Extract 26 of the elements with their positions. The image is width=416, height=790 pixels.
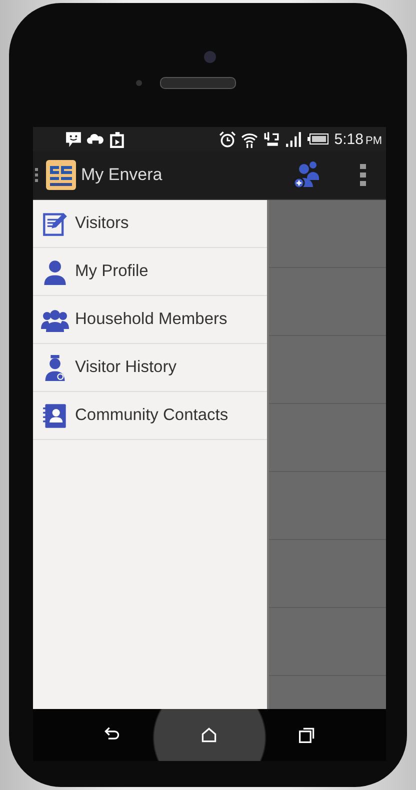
alarm-icon	[219, 130, 236, 148]
person-icon	[41, 258, 69, 284]
overflow-menu-icon[interactable]	[360, 164, 366, 186]
drawer-item[interactable]: Visitor History	[33, 344, 267, 392]
recent-apps-icon[interactable]	[298, 726, 316, 744]
clock-period: PM	[366, 134, 382, 146]
signal-icon	[285, 130, 302, 148]
drawer-indicator-icon	[35, 168, 38, 182]
camera-icon	[204, 51, 216, 63]
speaker-icon	[160, 77, 236, 89]
edit-note-icon	[41, 210, 69, 236]
drawer-item[interactable]: Visitors	[33, 200, 267, 248]
drawer-item[interactable]: Household Members	[33, 296, 267, 344]
battery-icon	[307, 133, 330, 145]
clock-time: 5:18	[334, 130, 364, 148]
chat-icon	[65, 130, 82, 148]
wifi-icon	[241, 130, 258, 148]
clipboard-icon	[109, 130, 126, 148]
drawer-item[interactable]: My Profile	[33, 248, 267, 296]
home-icon[interactable]	[200, 726, 218, 744]
address-book-icon	[41, 402, 69, 428]
drawer-item[interactable]: Community Contacts	[33, 392, 267, 440]
add-people-icon[interactable]	[292, 160, 322, 190]
sensor-icon	[136, 80, 142, 86]
app-title: My Envera	[81, 165, 162, 185]
logo-icon[interactable]	[46, 160, 76, 190]
